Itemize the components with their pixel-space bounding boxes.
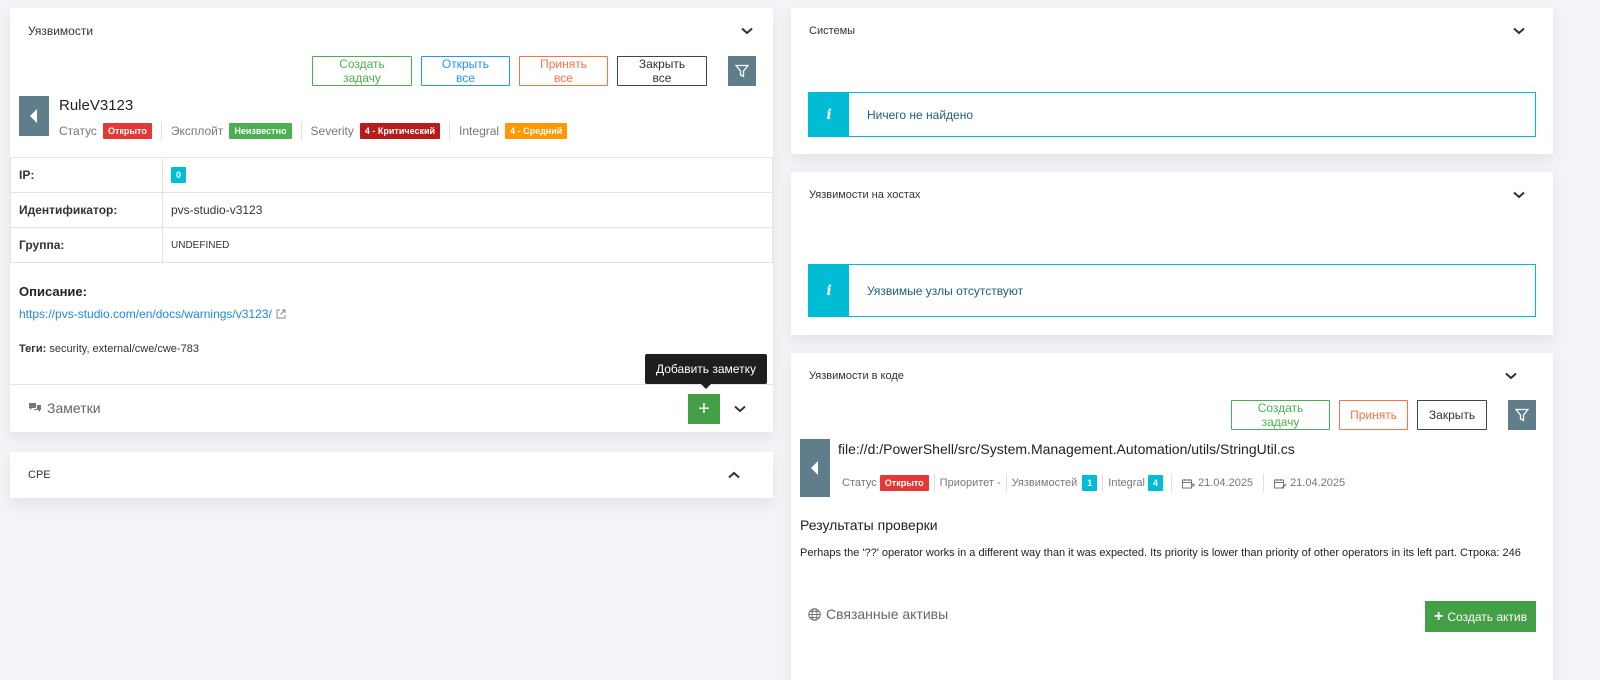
notes-section-header[interactable]: Заметки (28, 400, 101, 416)
updated-date-meta: 21.04.2025 (1264, 474, 1355, 492)
add-note-tooltip: Добавить заметку (645, 354, 767, 389)
accept-all-button[interactable]: Принять все (519, 56, 608, 86)
globe-icon (808, 607, 821, 621)
systems-panel: Системы i Ничего не найдено (791, 8, 1553, 154)
plus-icon: + (1434, 607, 1444, 625)
calendar-add-icon (1182, 478, 1195, 488)
ip-label: IP: (10, 157, 163, 193)
calendar-edit-icon (1274, 478, 1287, 489)
group-value: UNDEFINED (162, 227, 773, 263)
create-task-button[interactable]: Создать задачу (1231, 400, 1330, 430)
related-assets-header[interactable]: Связанные активы (808, 606, 948, 622)
table-row: IP: 0 (10, 157, 773, 193)
chevron-down-icon[interactable] (1511, 187, 1527, 203)
vulnerabilities-actions: Создать задачу Открыть все Принять все З… (312, 56, 756, 86)
open-all-button[interactable]: Открыть все (421, 56, 510, 86)
check-results-title: Результаты проверки (800, 517, 938, 533)
filter-icon[interactable] (1508, 400, 1536, 430)
vulnerabilities-panel-header[interactable]: Уязвимости (10, 8, 773, 54)
cpe-panel-header[interactable]: CPE (10, 452, 773, 498)
code-status-meta: Статус Открыто (842, 474, 935, 492)
vulnerability-info-table: IP: 0 Идентификатор: pvs-studio-v3123 Гр… (10, 157, 773, 263)
rule-name: RuleV3123 (59, 97, 134, 114)
description-link[interactable]: https://pvs-studio.com/en/docs/warnings/… (19, 307, 272, 321)
systems-panel-title: Системы (809, 25, 856, 37)
tags-label: Теги: (19, 343, 47, 355)
cpe-panel-title: CPE (28, 469, 51, 481)
exploit-badge: Неизвестно (229, 123, 292, 139)
add-note-button[interactable]: + (688, 394, 720, 424)
severity-badge: 4 - Критический (359, 123, 441, 139)
create-asset-button[interactable]: + Создать актив (1425, 601, 1536, 632)
chevron-down-icon[interactable] (1511, 23, 1527, 39)
identifier-value: pvs-studio-v3123 (162, 192, 773, 228)
priority-meta: Приоритет - (935, 474, 1007, 492)
description-title: Описание: (19, 284, 87, 299)
filter-icon[interactable] (728, 56, 756, 86)
vulnerabilities-panel-title: Уязвимости (28, 24, 94, 38)
systems-empty-alert: i Ничего не найдено (808, 92, 1536, 137)
host-vulnerabilities-panel-header[interactable]: Уязвимости на хостах (791, 172, 1553, 218)
host-vulnerabilities-panel-title: Уязвимости на хостах (809, 189, 921, 201)
caret-left-icon (30, 109, 37, 123)
code-status-badge: Открыто (879, 475, 929, 491)
create-task-button[interactable]: Создать задачу (312, 56, 412, 86)
rule-meta: Статус Открыто Эксплойт Неизвестно Sever… (59, 122, 576, 140)
exploit-meta: Эксплойт Неизвестно (162, 122, 302, 140)
code-file-meta: Статус Открыто Приоритет - Уязвимостей 1… (842, 474, 1355, 492)
code-file-path: file://d:/PowerShell/src/System.Manageme… (838, 441, 1295, 457)
chevron-down-icon[interactable] (1503, 368, 1519, 384)
systems-empty-text: Ничего не найдено (867, 107, 974, 122)
comments-icon (29, 403, 41, 412)
info-icon: i (809, 265, 849, 316)
code-vulnerabilities-panel: Уязвимости в коде Создать задачу Принять… (791, 353, 1553, 680)
back-button[interactable] (800, 439, 830, 497)
table-row: Идентификатор: pvs-studio-v3123 (10, 192, 773, 228)
host-vulnerabilities-empty-alert: i Уязвимые узлы отсутствуют (808, 264, 1536, 317)
info-icon: i (809, 93, 849, 136)
external-link-icon[interactable] (276, 309, 286, 319)
chevron-down-icon[interactable] (739, 23, 755, 39)
code-integral-badge: 4 (1147, 475, 1163, 491)
related-assets-label: Связанные активы (826, 606, 949, 622)
cpe-panel: CPE (10, 452, 773, 498)
host-vulnerabilities-panel: Уязвимости на хостах i Уязвимые узлы отс… (791, 172, 1553, 335)
close-all-button[interactable]: Закрыть все (617, 56, 707, 86)
description-link-row: https://pvs-studio.com/en/docs/warnings/… (19, 307, 286, 321)
back-button[interactable] (19, 96, 49, 136)
created-date-meta: 21.04.2025 (1172, 474, 1265, 492)
code-vulnerabilities-actions: Создать задачу Принять Закрыть (1231, 400, 1536, 430)
vulnerabilities-panel: Уязвимости Создать задачу Открыть все Пр… (10, 8, 773, 432)
severity-meta: Severity 4 - Критический (302, 122, 451, 140)
systems-panel-header[interactable]: Системы (791, 8, 1553, 54)
status-badge: Открыто (102, 123, 152, 139)
create-asset-label: Создать актив (1447, 609, 1527, 624)
ip-count-badge: 0 (171, 167, 187, 183)
code-integral-meta: Integral 4 (1103, 474, 1172, 492)
tags-value: security, external/cwe/cwe-783 (49, 343, 199, 355)
vulns-count-badge: 1 (1082, 475, 1098, 491)
check-results-text: Perhaps the '??' operator works in a dif… (800, 547, 1521, 559)
notes-label: Заметки (47, 400, 101, 416)
vulns-count-meta: Уязвимостей 1 (1007, 474, 1104, 492)
chevron-down-icon[interactable] (732, 401, 748, 417)
chevron-up-icon[interactable] (726, 467, 742, 483)
integral-badge: 4 - Средний (505, 123, 568, 139)
table-row: Группа: UNDEFINED (10, 227, 773, 263)
code-vulnerabilities-panel-header[interactable]: Уязвимости в коде (791, 353, 1553, 399)
group-label: Группа: (10, 227, 163, 263)
host-vulnerabilities-empty-text: Уязвимые узлы отсутствуют (867, 283, 1024, 298)
status-meta: Статус Открыто (59, 122, 162, 140)
identifier-label: Идентификатор: (10, 192, 163, 228)
code-vulnerabilities-panel-title: Уязвимости в коде (809, 370, 904, 382)
accept-button[interactable]: Принять (1339, 400, 1408, 430)
notes-divider (10, 384, 773, 385)
tags-row: Теги: security, external/cwe/cwe-783 (19, 343, 199, 355)
integral-meta: Integral 4 - Средний (450, 122, 576, 140)
caret-left-icon (811, 461, 818, 475)
close-button[interactable]: Закрыть (1417, 400, 1487, 430)
